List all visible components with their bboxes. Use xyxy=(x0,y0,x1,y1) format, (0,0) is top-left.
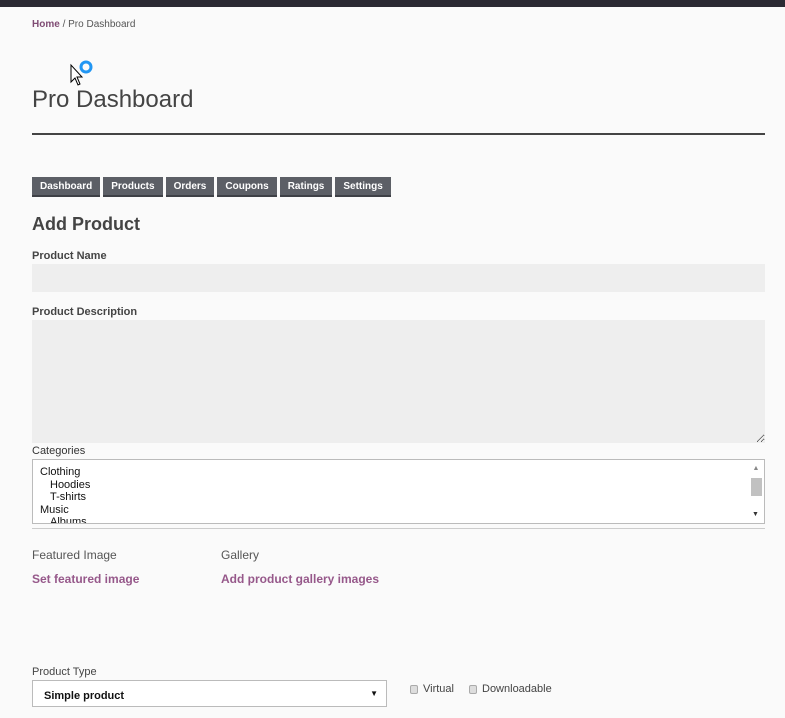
product-description-label: Product Description xyxy=(32,306,138,318)
category-option[interactable]: Hoodies xyxy=(40,479,757,492)
page-title: Pro Dashboard xyxy=(32,86,194,113)
section-divider xyxy=(32,528,765,529)
breadcrumb: Home / Pro Dashboard xyxy=(32,19,135,30)
downloadable-checkbox[interactable] xyxy=(469,684,477,694)
categories-label: Categories xyxy=(32,445,86,457)
breadcrumb-home-link[interactable]: Home xyxy=(32,19,60,30)
tab-products[interactable]: Products xyxy=(103,177,163,197)
virtual-checkbox-group[interactable]: Virtual xyxy=(410,683,454,695)
tab-settings[interactable]: Settings xyxy=(335,177,391,197)
scroll-down-icon[interactable]: ▼ xyxy=(752,509,759,522)
categories-listbox[interactable]: Clothing Hoodies T-shirts Music Albums ▲… xyxy=(32,459,765,524)
featured-image-label: Featured Image xyxy=(32,548,117,562)
virtual-checkbox[interactable] xyxy=(410,684,418,694)
gallery-label: Gallery xyxy=(221,548,260,562)
tab-dashboard[interactable]: Dashboard xyxy=(32,177,101,197)
category-option[interactable]: Clothing xyxy=(40,466,757,479)
categories-scrollbar[interactable]: ▲ ▼ xyxy=(750,463,762,521)
category-option[interactable]: Albums xyxy=(40,516,757,523)
product-name-label: Product Name xyxy=(32,250,107,262)
scrollbar-thumb[interactable] xyxy=(751,478,762,496)
downloadable-checkbox-group[interactable]: Downloadable xyxy=(469,683,552,695)
downloadable-label: Downloadable xyxy=(482,683,552,695)
cursor-busy-icon xyxy=(70,60,93,86)
scroll-up-icon[interactable]: ▲ xyxy=(753,465,760,472)
product-type-label: Product Type xyxy=(32,666,97,678)
tab-ratings[interactable]: Ratings xyxy=(279,177,333,197)
top-bar xyxy=(0,0,785,7)
product-type-value: Simple product xyxy=(44,690,125,702)
caret-down-icon: ▼ xyxy=(370,689,378,698)
product-type-select[interactable]: Simple product ▼ xyxy=(32,680,387,707)
category-option[interactable]: T-shirts xyxy=(40,491,757,504)
breadcrumb-separator: / xyxy=(59,19,69,30)
category-option[interactable]: Music xyxy=(40,504,757,517)
form-heading: Add Product xyxy=(32,214,140,234)
product-name-input[interactable] xyxy=(32,264,765,292)
product-description-textarea[interactable] xyxy=(32,320,765,443)
add-gallery-images-link[interactable]: Add product gallery images xyxy=(221,572,379,586)
breadcrumb-current: Pro Dashboard xyxy=(68,19,136,30)
title-divider xyxy=(32,133,765,135)
virtual-label: Virtual xyxy=(423,683,454,695)
tab-orders[interactable]: Orders xyxy=(165,177,215,197)
set-featured-image-link[interactable]: Set featured image xyxy=(32,572,139,586)
tab-coupons[interactable]: Coupons xyxy=(217,177,277,197)
dashboard-tabs: Dashboard Products Orders Coupons Rating… xyxy=(32,177,391,197)
